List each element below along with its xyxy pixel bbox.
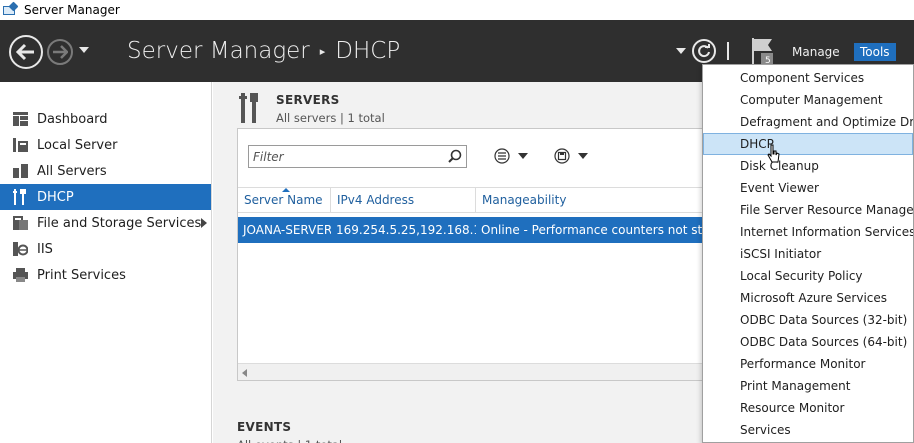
back-button[interactable] bbox=[9, 35, 43, 69]
sidebar-item-label: All Servers bbox=[37, 163, 107, 179]
sidebar-item-dhcp[interactable]: DHCP bbox=[0, 184, 211, 210]
refresh-icon bbox=[698, 44, 710, 58]
sidebar-item-label: Dashboard bbox=[37, 111, 108, 127]
filter-input[interactable] bbox=[249, 146, 439, 167]
menu-item-computer-management[interactable]: Computer Management bbox=[703, 89, 913, 111]
view-options-button[interactable] bbox=[494, 146, 534, 166]
sidebar-item-print-services[interactable]: Print Services bbox=[0, 262, 211, 288]
manage-menu[interactable]: Manage bbox=[786, 42, 846, 62]
dashboard-icon bbox=[12, 111, 29, 127]
breadcrumb-root[interactable]: Server Manager bbox=[127, 38, 310, 64]
sidebar: Dashboard Local Server All Servers DHCP … bbox=[0, 82, 212, 443]
sort-ascending-icon bbox=[282, 188, 290, 192]
menu-item-performance-monitor[interactable]: Performance Monitor bbox=[703, 353, 913, 375]
servers-section-subtitle: All servers | 1 total bbox=[276, 111, 385, 125]
table-row[interactable]: JOANA-SERVER 169.254.5.25,192.168.1.10 O… bbox=[238, 217, 716, 243]
arrow-left-icon bbox=[16, 43, 34, 61]
storage-icon bbox=[12, 215, 29, 231]
all-servers-icon bbox=[12, 163, 29, 179]
menu-item-odbc-64[interactable]: ODBC Data Sources (64-bit) bbox=[703, 331, 913, 353]
chevron-down-icon bbox=[518, 153, 528, 159]
header-divider bbox=[727, 42, 729, 60]
menu-item-component-services[interactable]: Component Services bbox=[703, 67, 913, 89]
menu-item-print-management[interactable]: Print Management bbox=[703, 375, 913, 397]
list-icon bbox=[494, 148, 510, 164]
notifications-flag[interactable]: 5 bbox=[750, 36, 780, 66]
scroll-left-icon[interactable] bbox=[242, 369, 247, 377]
forward-button[interactable] bbox=[47, 39, 73, 65]
iis-icon bbox=[12, 241, 29, 257]
menu-item-fsrm[interactable]: File Server Resource Manager bbox=[703, 199, 913, 221]
arrow-right-icon bbox=[53, 45, 68, 59]
menu-item-dhcp[interactable]: DHCP bbox=[703, 133, 913, 155]
history-dropdown-icon[interactable] bbox=[79, 47, 89, 53]
servers-panel: Server Name IPv4 Address Manageability J… bbox=[237, 128, 717, 381]
sidebar-item-label: Local Server bbox=[37, 137, 118, 153]
menu-item-services[interactable]: Services bbox=[703, 419, 913, 441]
flag-icon: 5 bbox=[752, 38, 773, 66]
print-icon bbox=[12, 267, 29, 283]
sidebar-item-label: DHCP bbox=[37, 189, 74, 205]
title-bar: Server Manager bbox=[0, 0, 914, 20]
breadcrumb-dropdown-icon[interactable] bbox=[676, 48, 686, 54]
column-server-name[interactable]: Server Name bbox=[238, 188, 331, 212]
local-server-icon bbox=[12, 137, 29, 153]
filter-box bbox=[248, 145, 467, 168]
sidebar-item-label: IIS bbox=[37, 241, 53, 257]
refresh-button[interactable] bbox=[692, 39, 716, 63]
cell-ipv4: 169.254.5.25,192.168.1.10 bbox=[336, 223, 476, 237]
column-manageability[interactable]: Manageability bbox=[476, 188, 716, 212]
servers-tools-icon bbox=[239, 93, 259, 123]
menu-item-odbc-32[interactable]: ODBC Data Sources (32-bit) bbox=[703, 309, 913, 331]
menu-item-event-viewer[interactable]: Event Viewer bbox=[703, 177, 913, 199]
sidebar-item-file-storage[interactable]: File and Storage Services bbox=[0, 210, 211, 236]
chevron-down-icon bbox=[578, 153, 588, 159]
servers-section-title: SERVERS bbox=[276, 93, 340, 107]
cell-manageability: Online - Performance counters not starte… bbox=[481, 223, 716, 237]
sidebar-item-label: File and Storage Services bbox=[37, 215, 202, 231]
tools-dropdown-menu: Component Services Computer Management D… bbox=[702, 64, 914, 443]
tools-menu[interactable]: Tools bbox=[854, 43, 896, 61]
breadcrumb-separator-icon: ▸ bbox=[319, 44, 326, 58]
sidebar-item-local-server[interactable]: Local Server bbox=[0, 132, 211, 158]
menu-item-iscsi-initiator[interactable]: iSCSI Initiator bbox=[703, 243, 913, 265]
cell-server-name: JOANA-SERVER bbox=[243, 223, 331, 237]
column-label: Manageability bbox=[482, 193, 567, 207]
expand-arrow-icon[interactable] bbox=[201, 218, 207, 228]
column-label: IPv4 Address bbox=[337, 193, 415, 207]
save-icon bbox=[554, 148, 570, 164]
column-ipv4-address[interactable]: IPv4 Address bbox=[331, 188, 476, 212]
menu-item-iis-manager[interactable]: Internet Information Services (IIS) Mana… bbox=[703, 221, 913, 243]
column-label: Server Name bbox=[244, 193, 323, 207]
menu-item-defragment[interactable]: Defragment and Optimize Drives bbox=[703, 111, 913, 133]
sidebar-item-dashboard[interactable]: Dashboard bbox=[0, 106, 211, 132]
dhcp-icon bbox=[12, 189, 29, 205]
sidebar-item-iis[interactable]: IIS bbox=[0, 236, 211, 262]
horizontal-scrollbar[interactable] bbox=[238, 363, 716, 380]
breadcrumb: Server Manager ▸ DHCP bbox=[127, 38, 400, 64]
sidebar-item-all-servers[interactable]: All Servers bbox=[0, 158, 211, 184]
table-header: Server Name IPv4 Address Manageability bbox=[238, 187, 716, 213]
window-title: Server Manager bbox=[24, 3, 120, 17]
menu-item-azure-services[interactable]: Microsoft Azure Services bbox=[703, 287, 913, 309]
events-section-title: EVENTS bbox=[237, 420, 292, 434]
sidebar-item-label: Print Services bbox=[37, 267, 126, 283]
mouse-cursor-icon bbox=[767, 144, 780, 163]
menu-item-resource-monitor[interactable]: Resource Monitor bbox=[703, 397, 913, 419]
events-section-subtitle: All events | 1 total bbox=[237, 438, 342, 443]
server-manager-icon bbox=[3, 1, 19, 17]
menu-item-local-security-policy[interactable]: Local Security Policy bbox=[703, 265, 913, 287]
save-query-button[interactable] bbox=[554, 146, 594, 166]
menu-item-disk-cleanup[interactable]: Disk Cleanup bbox=[703, 155, 913, 177]
breadcrumb-current: DHCP bbox=[335, 38, 401, 64]
search-icon[interactable] bbox=[448, 149, 462, 163]
